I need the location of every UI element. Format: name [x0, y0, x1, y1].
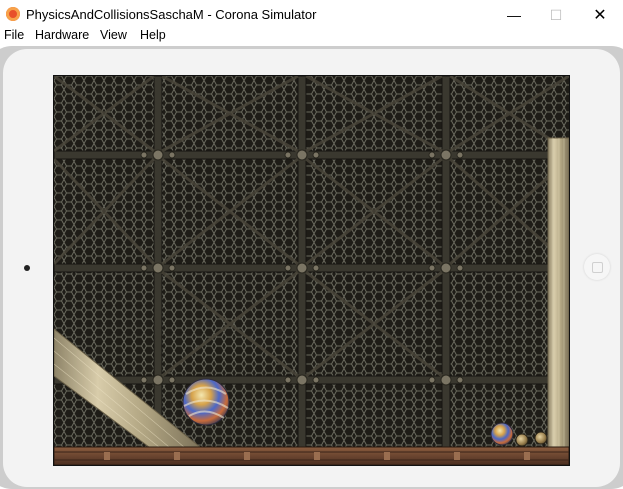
menu-view[interactable]: View [100, 28, 127, 42]
game-screen[interactable] [53, 75, 570, 466]
large-marble [182, 378, 230, 426]
window-title: PhysicsAndCollisionsSaschaM - Corona Sim… [26, 7, 317, 22]
floor [54, 446, 569, 465]
menu-help[interactable]: Help [140, 28, 166, 42]
game-canvas [54, 76, 569, 465]
camera-dot [24, 265, 30, 271]
small-marble [490, 422, 514, 446]
corona-app-icon [6, 7, 20, 21]
tiny-ball-1 [515, 433, 529, 447]
right-wall [547, 137, 569, 448]
home-button[interactable] [584, 254, 610, 280]
menu-bar: File Hardware View Help [0, 26, 623, 46]
menu-file[interactable]: File [4, 28, 24, 42]
tiny-ball-2 [534, 431, 548, 445]
menu-hardware[interactable]: Hardware [35, 28, 89, 42]
